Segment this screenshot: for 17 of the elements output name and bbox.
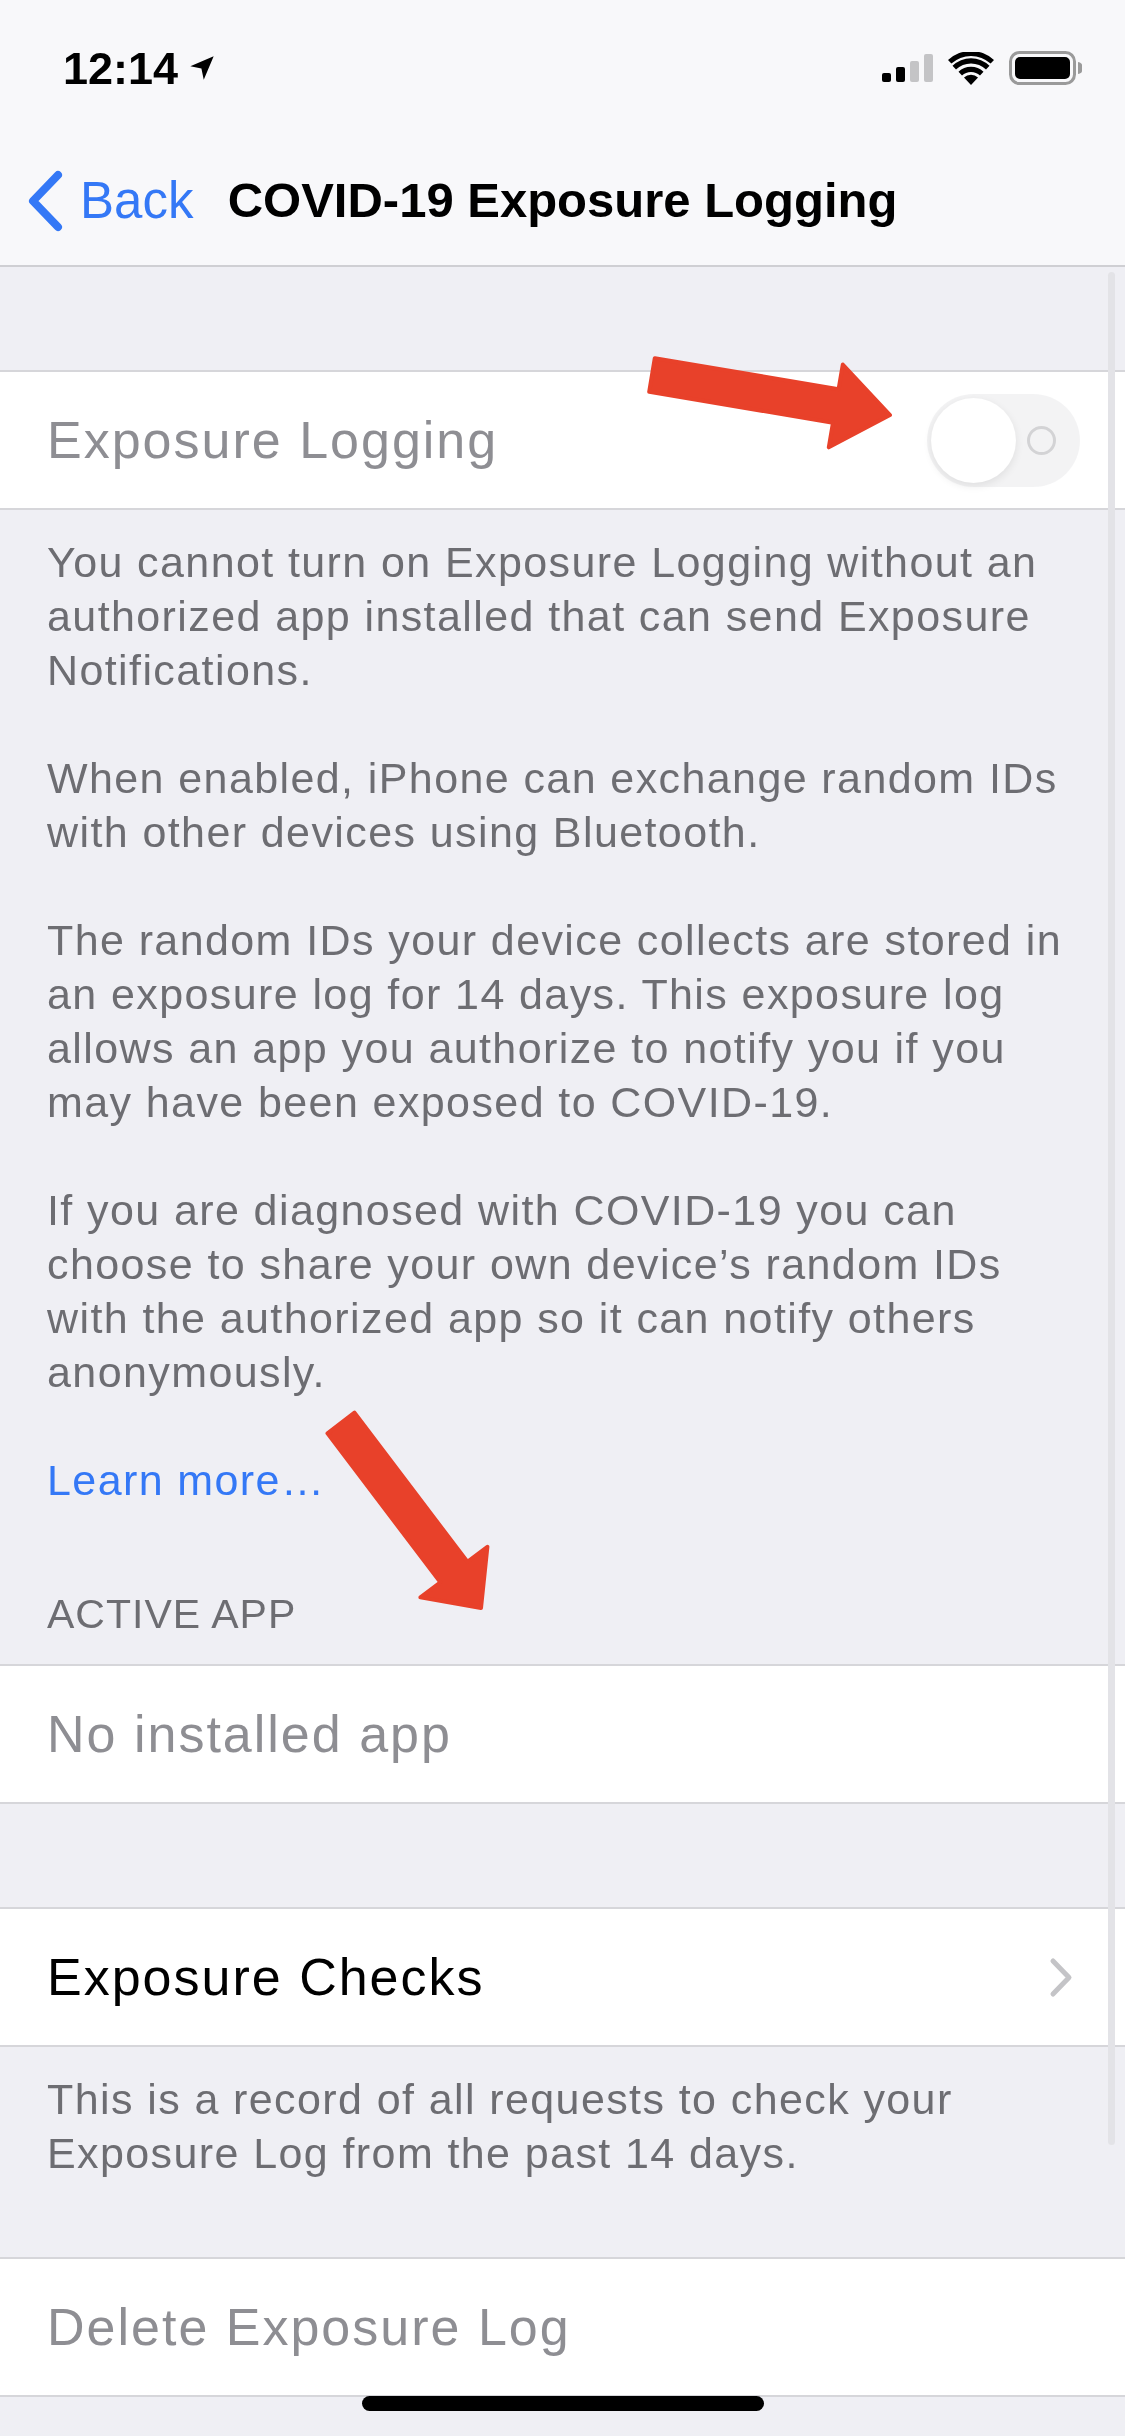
status-time: 12:14 <box>63 45 179 91</box>
chevron-left-icon <box>27 169 63 232</box>
wifi-icon <box>948 51 994 85</box>
footer-text: If you are diagnosed with COVID-19 you can choose to share your own device’s random IDs with the authorized app so it can notify others anonymously. <box>47 1185 1003 1398</box>
footer-text: The random IDs your device collects are stored in an exposure log for 14 days. This exposure log allows an app you authorize to notify you if you may have been exposed to COVID-19. <box>47 915 1064 1128</box>
back-button[interactable]: Back <box>0 169 194 232</box>
nav-title: COVID-19 Exposure Logging <box>227 176 898 225</box>
section-header: ACTIVE APP <box>47 1590 297 1638</box>
list-item[interactable]: Exposure Checks <box>0 1907 1125 2047</box>
chevron-right-icon <box>1049 1956 1073 1998</box>
signal-icon <box>882 54 933 82</box>
footer-text: You cannot turn on Exposure Logging without an authorized app installed that can send Exposure Notifications. <box>47 537 1039 696</box>
settings-row: No installed app <box>0 1664 1125 1804</box>
footer-text: This is a record of all requests to check your Exposure Log from the past 14 days. <box>47 2074 954 2179</box>
battery-icon <box>1009 51 1082 85</box>
learn-more-link[interactable]: Learn more… <box>47 1453 326 1507</box>
footer-text: When enabled, iPhone can exchange random IDs with other devices using Bluetooth. <box>47 753 1059 858</box>
